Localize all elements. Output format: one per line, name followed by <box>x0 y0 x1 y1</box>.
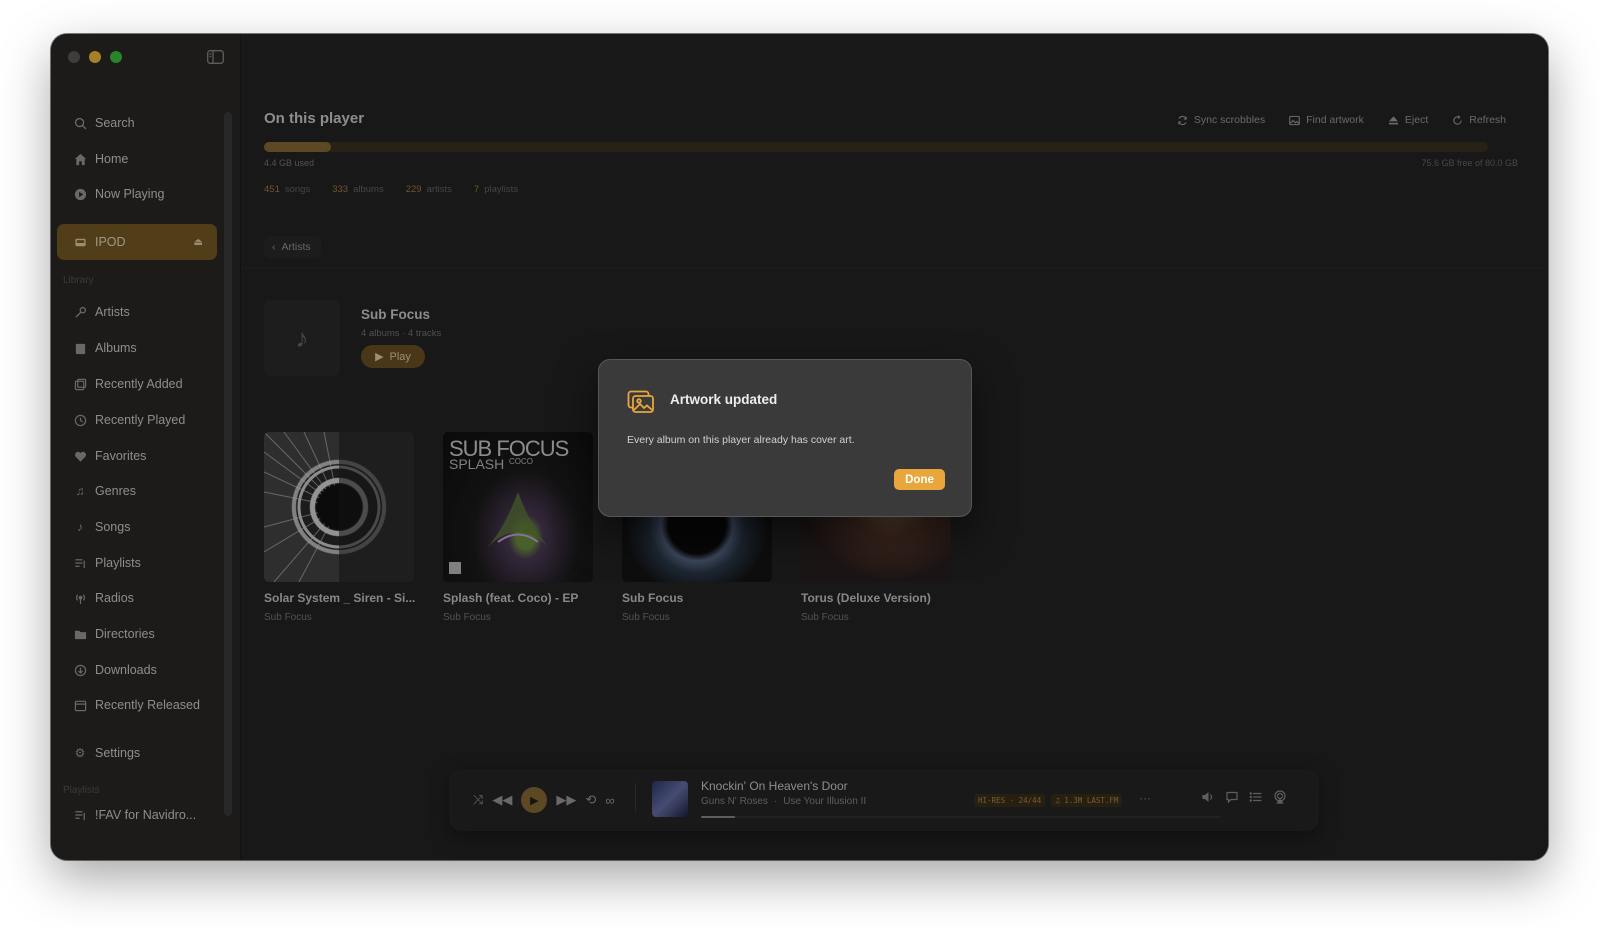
dialog-title: Artwork updated <box>670 392 778 407</box>
dialog-message: Every album on this player already has c… <box>627 434 855 446</box>
artwork-updated-dialog: Artwork updated Every album on this play… <box>598 359 972 517</box>
app-window: Search Home Now Playing IPOD ⏏ Library A… <box>51 34 1548 860</box>
done-button[interactable]: Done <box>894 469 945 490</box>
artwork-icon <box>627 390 654 413</box>
